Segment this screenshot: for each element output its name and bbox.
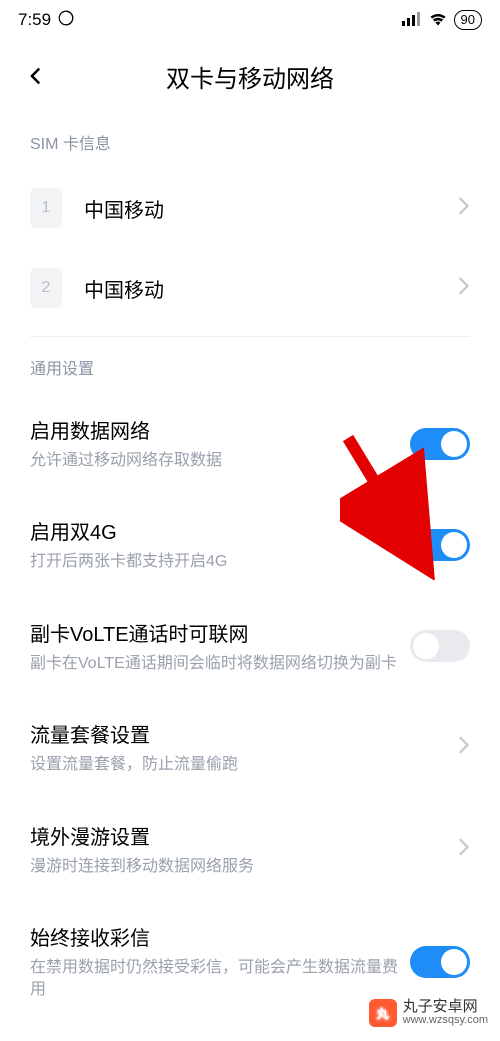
signal-icon [402,10,422,31]
toggle-volte-secondary[interactable] [410,630,470,662]
wifi-icon [428,10,448,31]
setting-title: 流量套餐设置 [30,719,446,748]
page-title: 双卡与移动网络 [166,59,334,94]
chevron-right-icon [458,277,470,300]
sim-slot-number: 2 [30,268,62,308]
sim-card-1[interactable]: 1 中国移动 [30,168,470,248]
divider [30,336,470,337]
sim-carrier-name: 中国移动 [84,194,458,223]
setting-desc: 在禁用数据时仍然接受彩信，可能会产生数据流量费用 [30,957,398,1002]
setting-title: 启用数据网络 [30,415,398,444]
status-left: 7:59 [18,9,75,32]
setting-mobile-data[interactable]: 启用数据网络 允许通过移动网络存取数据 [30,393,470,494]
section-label-sim: SIM 卡信息 [30,130,470,154]
watermark-logo-icon: 丸 [369,999,397,1027]
setting-title: 始终接收彩信 [30,922,398,951]
chevron-right-icon [458,197,470,220]
page-header: 双卡与移动网络 [0,40,500,112]
setting-title: 副卡VoLTE通话时可联网 [30,618,398,647]
setting-roaming[interactable]: 境外漫游设置 漫游时连接到移动数据网络服务 [30,799,470,900]
setting-dual-4g[interactable]: 启用双4G 打开后两张卡都支持开启4G [30,494,470,595]
status-right: 90 [402,10,482,31]
activity-icon [57,9,75,32]
watermark-name: 丸子安卓网 [403,999,488,1015]
status-bar: 7:59 90 [0,0,500,40]
section-label-general: 通用设置 [30,355,470,379]
chevron-right-icon [458,736,470,759]
setting-volte-secondary[interactable]: 副卡VoLTE通话时可联网 副卡在VoLTE通话期间会临时将数据网络切换为副卡 [30,596,470,697]
toggle-dual-4g[interactable] [410,529,470,561]
toggle-mms-always[interactable] [410,946,470,978]
setting-desc: 允许通过移动网络存取数据 [30,450,398,472]
setting-desc: 副卡在VoLTE通话期间会临时将数据网络切换为副卡 [30,653,398,675]
watermark-url: www.wzsqsy.com [403,1015,488,1027]
sim-carrier-name: 中国移动 [84,274,458,303]
setting-desc: 设置流量套餐，防止流量偷跑 [30,754,446,776]
watermark: 丸 丸子安卓网 www.wzsqsy.com [369,999,488,1027]
toggle-mobile-data[interactable] [410,428,470,460]
back-button[interactable] [24,64,48,88]
setting-desc: 打开后两张卡都支持开启4G [30,551,398,573]
setting-desc: 漫游时连接到移动数据网络服务 [30,856,446,878]
chevron-right-icon [458,838,470,861]
sim-card-2[interactable]: 2 中国移动 [30,248,470,328]
battery-indicator: 90 [454,10,482,30]
setting-title: 境外漫游设置 [30,821,446,850]
status-time: 7:59 [18,10,51,30]
setting-title: 启用双4G [30,516,398,545]
setting-data-plan[interactable]: 流量套餐设置 设置流量套餐，防止流量偷跑 [30,697,470,798]
sim-slot-number: 1 [30,188,62,228]
